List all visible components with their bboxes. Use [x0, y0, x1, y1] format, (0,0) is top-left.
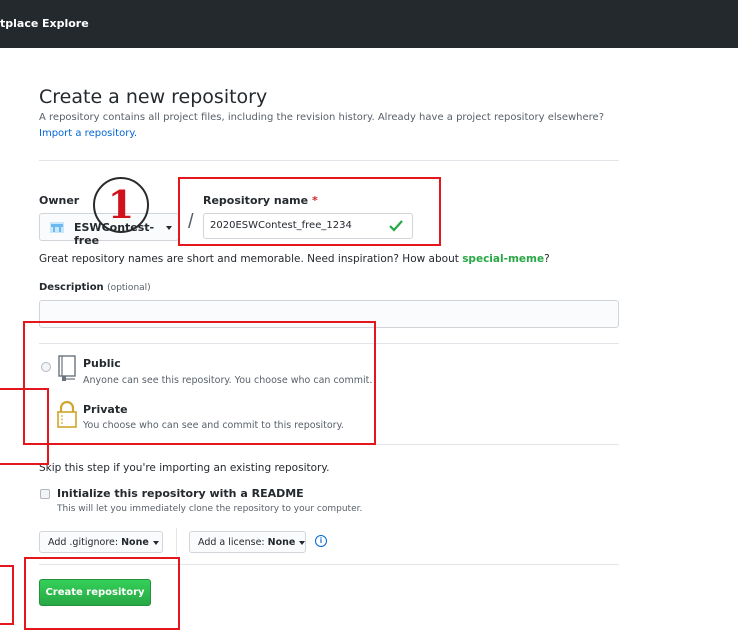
- skip-step-text: Skip this step if you're importing an ex…: [39, 462, 330, 474]
- divider: [39, 160, 619, 161]
- annotation-box-create-button: [24, 557, 180, 630]
- chevron-down-icon: [152, 540, 159, 545]
- hint-text: Great repository names are short and mem…: [39, 253, 463, 265]
- description-label: Description (optional): [39, 282, 151, 293]
- nav-item-marketplace[interactable]: tplace: [0, 17, 38, 30]
- chevron-down-icon: [299, 540, 306, 545]
- hint-suffix: ?: [544, 253, 550, 265]
- info-icon[interactable]: i: [315, 535, 327, 547]
- repository-name-hint: Great repository names are short and mem…: [39, 253, 550, 265]
- gitignore-select[interactable]: Add .gitignore: None: [39, 531, 163, 553]
- top-nav-bar: tplace Explore: [0, 0, 738, 48]
- owner-label: Owner: [39, 194, 80, 207]
- gitignore-prefix: Add .gitignore:: [48, 537, 119, 548]
- nav-item-explore[interactable]: Explore: [42, 17, 89, 30]
- annotation-box-left-partial-bottom: [0, 565, 14, 625]
- license-select[interactable]: Add a license: None: [189, 531, 306, 553]
- readme-checkbox[interactable]: [40, 489, 50, 499]
- page-subtitle: A repository contains all project files,…: [39, 112, 605, 123]
- divider: [176, 528, 177, 556]
- step-number-badge: 1: [93, 177, 149, 233]
- organization-avatar-icon: [50, 222, 64, 233]
- name-suggestion-link[interactable]: special-meme: [462, 253, 544, 265]
- description-label-text: Description: [39, 282, 104, 293]
- page-title: Create a new repository: [39, 86, 268, 108]
- optional-tag: (optional): [107, 283, 151, 293]
- chevron-down-icon: [166, 226, 172, 230]
- annotation-box-left-partial: [0, 388, 49, 465]
- license-prefix: Add a license:: [198, 537, 265, 548]
- annotation-box-visibility: [23, 321, 376, 445]
- license-value: None: [267, 537, 296, 548]
- import-repository-link[interactable]: Import a repository.: [39, 128, 137, 139]
- annotation-box-repository-name: [178, 177, 441, 246]
- readme-label[interactable]: Initialize this repository with a README: [57, 487, 304, 500]
- readme-description: This will let you immediately clone the …: [57, 504, 363, 514]
- gitignore-value: None: [121, 537, 149, 548]
